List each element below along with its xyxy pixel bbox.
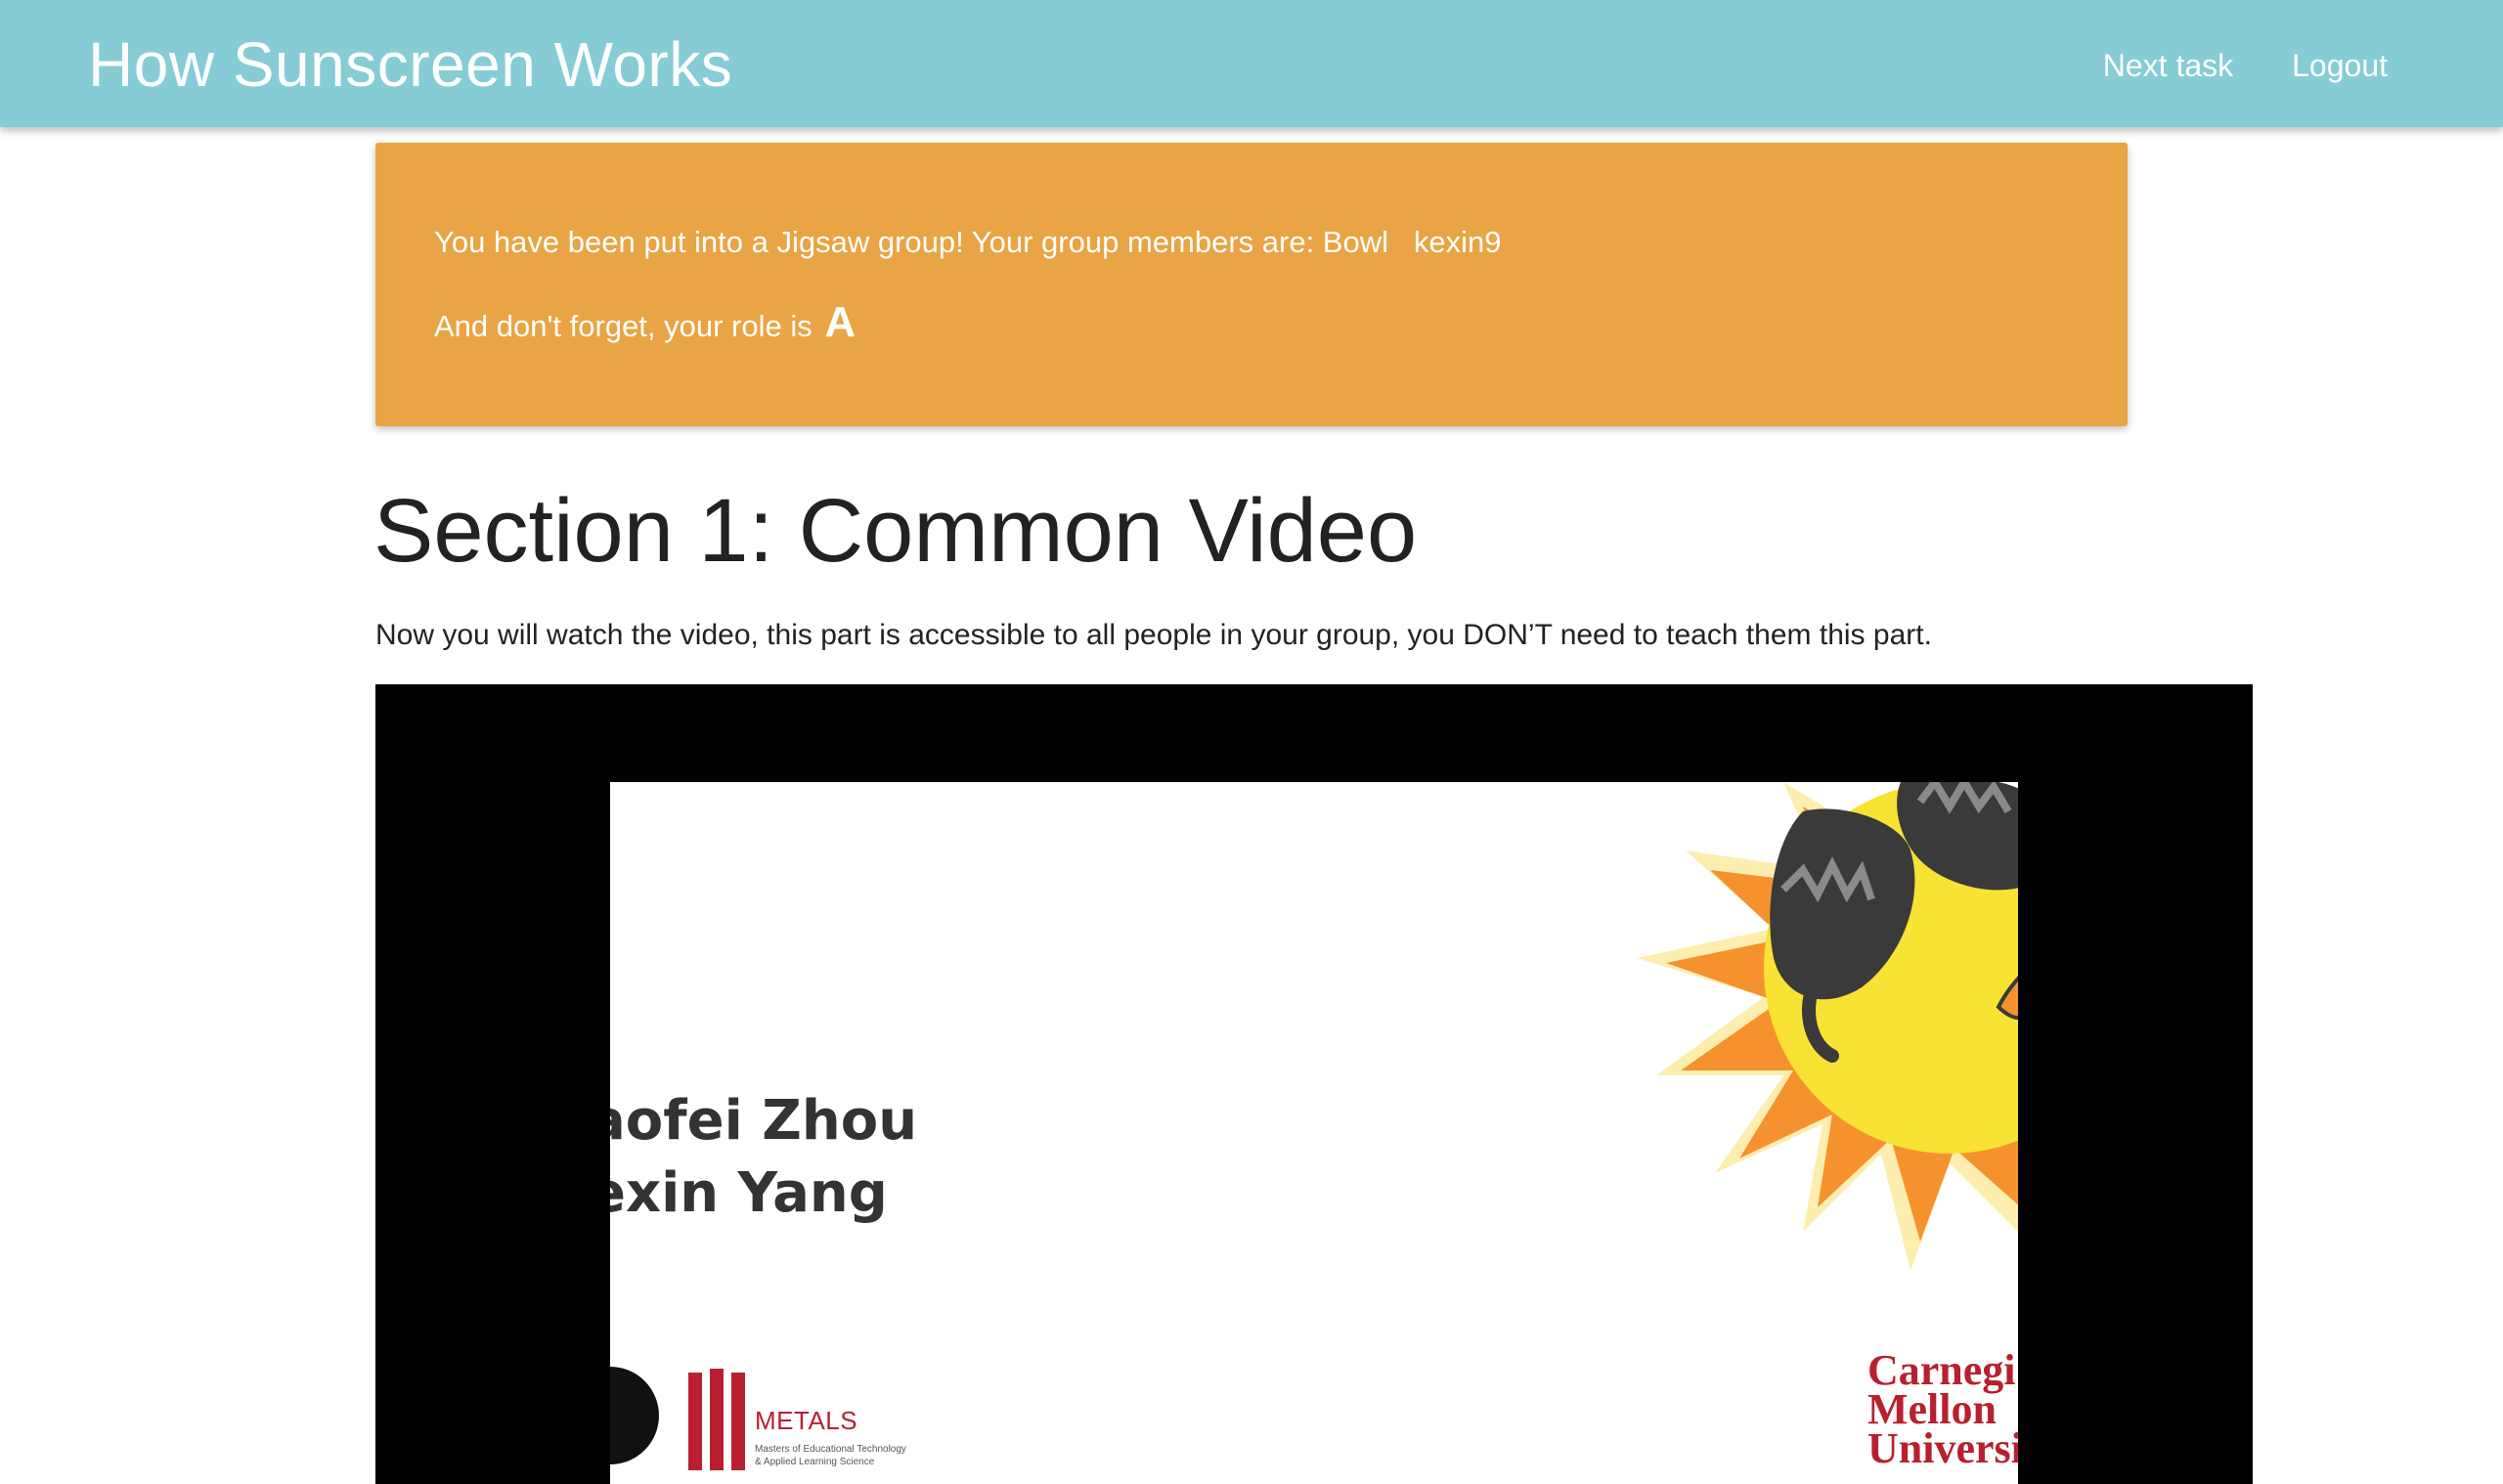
metals-bars-icon	[688, 1369, 745, 1470]
author-name-1: aofei Zhou	[610, 1089, 918, 1153]
jigsaw-group-alert: You have been put into a Jigsaw group! Y…	[375, 143, 2128, 426]
role-reminder: And don't forget, your role is A	[434, 301, 856, 348]
section-title: Section 1: Common Video	[373, 481, 1418, 581]
navbar: How Sunscreen Works Next task Logout	[0, 0, 2503, 127]
metals-subtitle: Masters of Educational Technology & Appl…	[755, 1444, 906, 1467]
section-description: Now you will watch the video, this part …	[375, 619, 1932, 651]
sun-with-sunglasses-illustration	[1637, 782, 2018, 1271]
role-letter: A	[824, 298, 856, 346]
video-frame: aofei Zhou exin Yang METALS Masters of E…	[610, 782, 2018, 1484]
university-logo: Carnegi Mellon Universi	[1867, 1346, 2018, 1472]
video-player[interactable]: aofei Zhou exin Yang METALS Masters of E…	[375, 684, 2253, 1484]
role-prefix: And don't forget, your role is	[434, 309, 812, 343]
metals-name: METALS	[755, 1406, 858, 1435]
author-name-2: exin Yang	[610, 1161, 888, 1225]
partner-logo-icon	[610, 1367, 659, 1464]
app-title[interactable]: How Sunscreen Works	[88, 27, 732, 102]
group-members-text: You have been put into a Jigsaw group! Y…	[434, 225, 1502, 259]
nav-links: Next task Logout	[2103, 43, 2388, 88]
metals-logo: METALS Masters of Educational Technology…	[686, 1369, 960, 1476]
next-task-link[interactable]: Next task	[2103, 43, 2233, 88]
logout-link[interactable]: Logout	[2292, 43, 2388, 88]
